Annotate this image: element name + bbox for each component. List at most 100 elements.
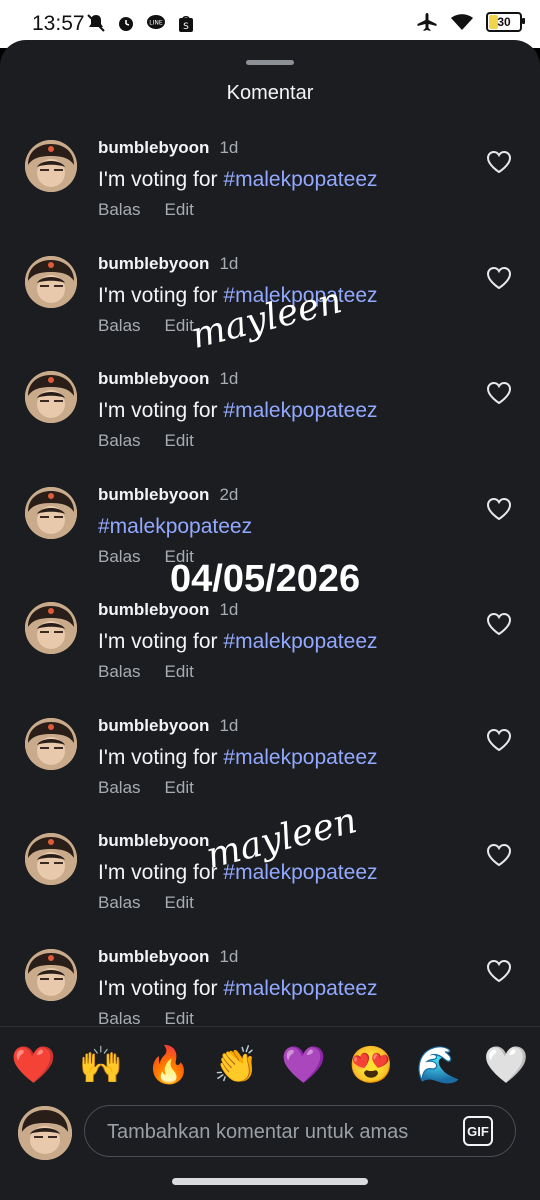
comment-text: I'm voting for #malekpopateez xyxy=(98,630,378,653)
comments-sheet: Komentar bumblebyoon 1d I'm voting for #m… xyxy=(0,40,540,1200)
comment-time: 2d xyxy=(219,484,239,504)
battery-percent: 30 xyxy=(497,15,511,29)
commenter-avatar[interactable] xyxy=(25,255,77,308)
like-heart-icon[interactable] xyxy=(486,497,512,521)
reply-button[interactable]: Balas xyxy=(98,200,141,220)
like-heart-icon[interactable] xyxy=(486,959,512,983)
comment-actions: Balas Edit xyxy=(98,662,194,682)
commenter-avatar[interactable] xyxy=(25,371,77,423)
battery-icon: 30 xyxy=(486,12,525,32)
comment-hashtag[interactable]: #malekpopateez xyxy=(223,168,377,191)
my-avatar xyxy=(18,1106,72,1160)
comment-username[interactable]: bumblebyoon 1d xyxy=(98,138,238,158)
emoji-heart-white[interactable]: 🤍 xyxy=(481,1044,531,1086)
comment-time: 1d xyxy=(219,715,239,735)
comment-composer: Tambahkan komentar untuk amas GIF xyxy=(0,1102,540,1166)
emoji-raised-hands[interactable]: 🙌 xyxy=(76,1044,126,1086)
like-heart-icon[interactable] xyxy=(486,266,512,290)
comment-input[interactable]: Tambahkan komentar untuk amas GIF xyxy=(84,1105,516,1157)
sheet-title: Komentar xyxy=(226,82,314,104)
comment-time: 1d xyxy=(219,369,239,388)
comment-actions: Balas Edit xyxy=(98,893,194,913)
comment-username[interactable]: bumblebyoon xyxy=(98,831,219,851)
comment-hashtag[interactable]: #malekpopateez xyxy=(223,630,377,653)
wifi-icon xyxy=(451,14,473,30)
status-icons-left: LINE S xyxy=(86,13,196,33)
comment-username[interactable]: bumblebyoon 1d xyxy=(98,600,238,620)
comment-username[interactable]: bumblebyoon 1d xyxy=(98,716,238,736)
date-stamp: 04/05/2026 xyxy=(170,558,361,600)
comment-username[interactable]: bumblebyoon 1d xyxy=(98,369,238,389)
comment-actions: Balas Edit xyxy=(98,778,194,798)
reply-button[interactable]: Balas xyxy=(98,778,141,798)
mute-icon xyxy=(87,14,105,32)
like-heart-icon[interactable] xyxy=(486,728,512,752)
comment-actions: Balas Edit xyxy=(98,1009,194,1027)
emoji-heart-red[interactable]: ❤️ xyxy=(9,1044,59,1086)
comment-username[interactable]: bumblebyoon 1d xyxy=(98,947,238,967)
comment-hashtag[interactable]: #malekpopateez xyxy=(223,746,377,769)
emoji-heart-purple[interactable]: 💜 xyxy=(279,1044,329,1086)
edit-button[interactable]: Edit xyxy=(165,1009,194,1027)
commenter-avatar[interactable] xyxy=(25,948,77,1001)
reply-button[interactable]: Balas xyxy=(98,662,141,682)
comment-username[interactable]: bumblebyoon 2d xyxy=(98,485,238,505)
airplane-icon xyxy=(417,13,437,31)
reply-button[interactable]: Balas xyxy=(98,547,141,567)
comment-time: 1d xyxy=(219,946,239,966)
commenter-avatar[interactable] xyxy=(25,486,77,539)
comment-text: I'm voting for #malekpopateez xyxy=(98,745,378,769)
status-icons-right: 30 xyxy=(416,12,525,32)
commenter-avatar[interactable] xyxy=(25,717,77,770)
commenter-avatar[interactable] xyxy=(25,602,77,654)
comment-time: 1d xyxy=(219,253,239,273)
comment-hashtag[interactable]: #malekpopateez xyxy=(98,515,252,538)
like-heart-icon[interactable] xyxy=(486,612,512,636)
edit-button[interactable]: Edit xyxy=(165,662,194,682)
comment-text: #malekpopateez xyxy=(98,515,252,539)
alarm-icon xyxy=(119,17,133,31)
reply-button[interactable]: Balas xyxy=(98,1009,141,1027)
comment-actions: Balas Edit xyxy=(98,316,194,336)
like-heart-icon[interactable] xyxy=(486,381,512,405)
svg-text:S: S xyxy=(183,22,189,32)
commenter-avatar[interactable] xyxy=(25,140,77,192)
gif-button[interactable]: GIF xyxy=(463,1116,493,1146)
status-time: 13:57 xyxy=(32,12,85,35)
edit-button[interactable]: Edit xyxy=(165,431,194,451)
edit-button[interactable]: Edit xyxy=(165,200,194,220)
comment-input-placeholder: Tambahkan komentar untuk amas xyxy=(107,1121,409,1143)
comment-time: 1d xyxy=(219,138,239,157)
comment-item[interactable]: bumblebyoon 1d I'm voting for #malekpopat… xyxy=(0,130,540,245)
svg-text:LINE: LINE xyxy=(149,20,163,27)
reply-button[interactable]: Balas xyxy=(98,893,141,913)
comment-actions: Balas Edit xyxy=(98,431,194,451)
comment-item[interactable]: bumblebyoon 1d I'm voting for #malekpopat… xyxy=(0,592,540,707)
comment-hashtag[interactable]: #malekpopateez xyxy=(223,977,377,1000)
emoji-wave[interactable]: 🌊 xyxy=(414,1044,464,1086)
commenter-avatar[interactable] xyxy=(25,833,77,885)
emoji-bar: ❤️ 🙌 🔥 👏 💜 😍 🌊 🤍 xyxy=(0,1040,540,1090)
comment-text: I'm voting for #malekpopateez xyxy=(98,976,378,1000)
emoji-heart-eyes[interactable]: 😍 xyxy=(346,1044,396,1086)
edit-button[interactable]: Edit xyxy=(165,778,194,798)
edit-button[interactable]: Edit xyxy=(165,893,194,913)
comment-item[interactable]: bumblebyoon 1d I'm voting for #malekpopat… xyxy=(0,939,540,1027)
comment-text: I'm voting for #malekpopateez xyxy=(98,399,378,422)
reply-button[interactable]: Balas xyxy=(98,316,141,336)
comment-actions: Balas Edit xyxy=(98,200,194,220)
drag-handle[interactable] xyxy=(246,60,294,65)
like-heart-icon[interactable] xyxy=(486,843,512,867)
comment-hashtag[interactable]: #malekpopateez xyxy=(223,399,377,422)
like-heart-icon[interactable] xyxy=(486,150,512,174)
emoji-fire[interactable]: 🔥 xyxy=(144,1044,194,1086)
line-app-icon: LINE xyxy=(147,15,165,29)
reply-button[interactable]: Balas xyxy=(98,431,141,451)
comment-text: I'm voting for #malekpopateez xyxy=(98,168,378,191)
home-indicator[interactable] xyxy=(172,1178,368,1185)
comment-time: 1d xyxy=(219,600,239,619)
comment-item[interactable]: bumblebyoon 1d I'm voting for #malekpopat… xyxy=(0,708,540,823)
comment-username[interactable]: bumblebyoon 1d xyxy=(98,254,238,274)
comment-item[interactable]: bumblebyoon 1d I'm voting for #malekpopat… xyxy=(0,361,540,476)
emoji-clap[interactable]: 👏 xyxy=(211,1044,261,1086)
